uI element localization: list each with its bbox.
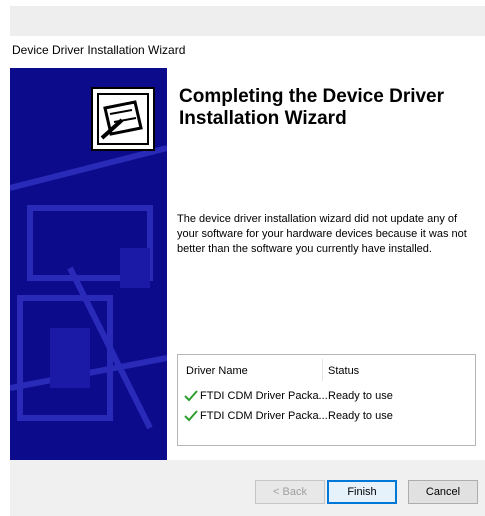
checkmark-icon <box>184 389 198 403</box>
cancel-button[interactable]: Cancel <box>408 480 478 504</box>
finish-button[interactable]: Finish <box>327 480 397 504</box>
wizard-footer: < Back Finish Cancel <box>10 460 485 516</box>
wizard-side-panel <box>10 68 167 460</box>
driver-name: FTDI CDM Driver Packa... <box>200 390 328 402</box>
table-row[interactable]: FTDI CDM Driver Packa... Ready to use <box>184 409 469 427</box>
table-row[interactable]: FTDI CDM Driver Packa... Ready to use <box>184 389 469 407</box>
window-title: Device Driver Installation Wizard <box>12 43 186 57</box>
hardware-wizard-icon <box>91 87 155 151</box>
back-button[interactable]: < Back <box>255 480 325 504</box>
driver-status: Ready to use <box>328 410 393 422</box>
page-title: Completing the Device Driver Installatio… <box>179 86 445 129</box>
driver-list[interactable]: Driver Name Status FTDI CDM Driver Packa… <box>177 354 476 446</box>
column-header-driver-name[interactable]: Driver Name <box>186 365 248 377</box>
driver-name: FTDI CDM Driver Packa... <box>200 410 328 422</box>
driver-status: Ready to use <box>328 390 393 402</box>
window-frame-top <box>10 6 485 36</box>
checkmark-icon <box>184 409 198 423</box>
title-bar: Device Driver Installation Wizard <box>10 36 485 68</box>
column-header-status[interactable]: Status <box>328 365 359 377</box>
wizard-description: The device driver installation wizard di… <box>177 213 467 255</box>
wizard-window: Device Driver Installation Wizard Comple… <box>10 36 485 516</box>
column-divider <box>322 359 323 381</box>
wizard-side-graphic <box>10 87 167 430</box>
wizard-content: Completing the Device Driver Installatio… <box>167 68 485 460</box>
